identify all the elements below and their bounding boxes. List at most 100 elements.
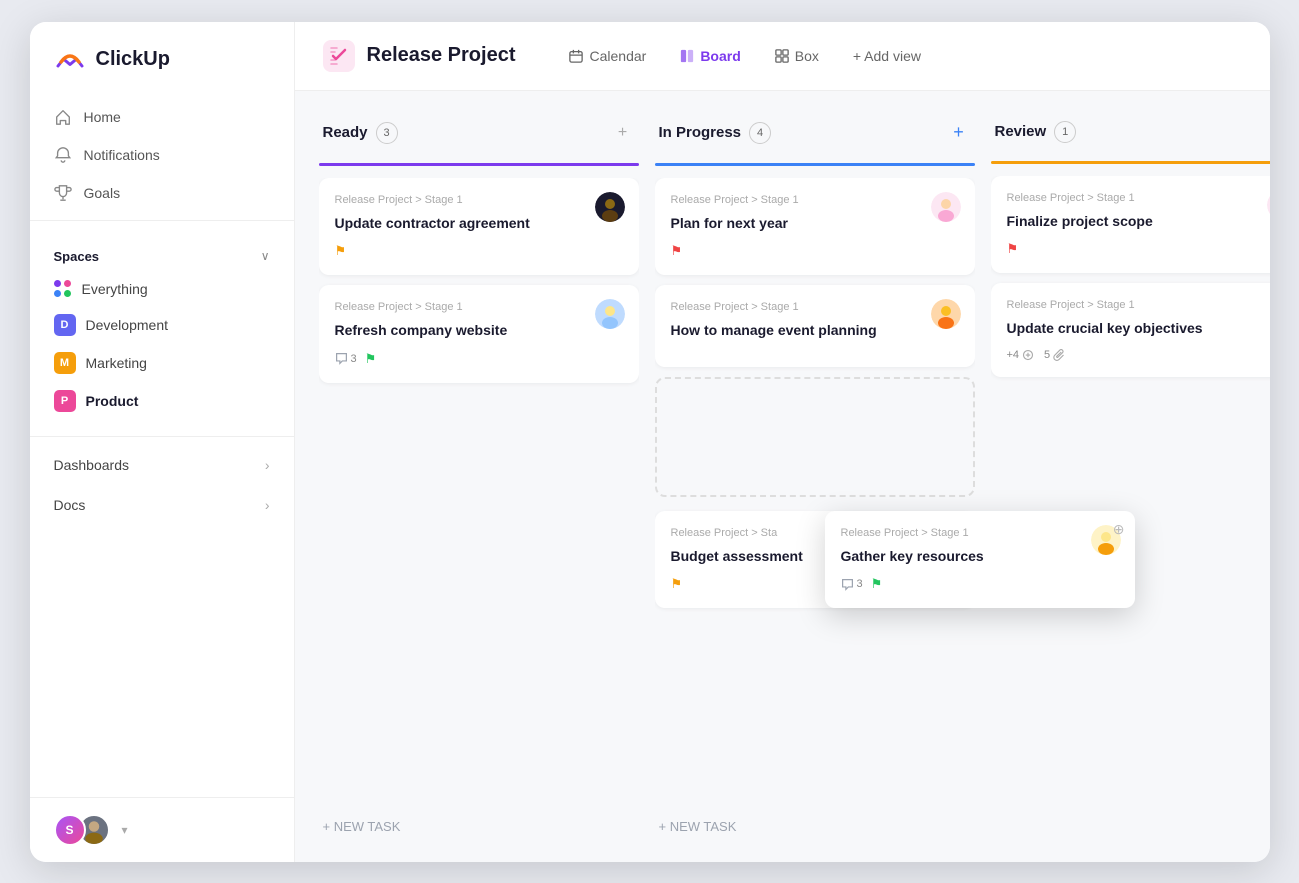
card-title: Refresh company website xyxy=(335,321,623,341)
card-meta: Release Project > Stage 1 xyxy=(1007,192,1270,204)
card-footer: ⚑ xyxy=(335,243,623,259)
ready-new-task-button[interactable]: + NEW TASK xyxy=(319,811,639,842)
view-tabs: Calendar Board Box xyxy=(555,42,935,70)
column-ready-title: Ready xyxy=(323,124,368,141)
task-card-event-planning[interactable]: Release Project > Stage 1 How to manage … xyxy=(655,285,975,367)
add-view-button[interactable]: + Add view xyxy=(839,42,935,70)
space-everything[interactable]: Everything xyxy=(54,272,270,306)
task-card-update-contractor[interactable]: Release Project > Stage 1 Update contrac… xyxy=(319,178,639,276)
docs-label: Docs xyxy=(54,497,86,513)
task-card-finalize-scope[interactable]: Release Project > Stage 1 Finalize proje… xyxy=(991,176,1270,274)
card-meta: Release Project > Stage 1 xyxy=(1007,299,1270,311)
column-review-cards: Release Project > Stage 1 Finalize proje… xyxy=(991,176,1270,842)
spaces-section: Spaces ∨ Everything D Development M Mark… xyxy=(30,229,294,428)
card-title: Update contractor agreement xyxy=(335,214,623,234)
column-review-bar xyxy=(991,161,1270,164)
card-title: Finalize project scope xyxy=(1007,212,1270,232)
task-card-plan-next-year[interactable]: Release Project > Stage 1 Plan for next … xyxy=(655,178,975,276)
flag-icon: ⚑ xyxy=(671,576,683,592)
main-header: Release Project Calendar Board xyxy=(295,22,1270,91)
ready-new-task-label: + NEW TASK xyxy=(323,819,401,834)
project-icon xyxy=(323,40,355,72)
tab-box[interactable]: Box xyxy=(761,42,833,70)
card-footer: ⚑ xyxy=(671,243,959,259)
tab-calendar[interactable]: Calendar xyxy=(555,42,660,70)
space-product[interactable]: P Product xyxy=(54,382,270,420)
column-ready-bar xyxy=(319,163,639,166)
dashboards-chevron-icon: › xyxy=(265,457,270,473)
main-content: Release Project Calendar Board xyxy=(295,22,1270,862)
marketing-badge: M xyxy=(54,352,76,374)
user-avatars: S xyxy=(54,814,110,846)
card-meta: Release Project > Stage 1 xyxy=(335,301,623,313)
product-badge: P xyxy=(54,390,76,412)
floating-drag-card[interactable]: Release Project > Stage 1 Gather key res… xyxy=(825,511,1135,609)
card-title: How to manage event planning xyxy=(671,321,959,341)
box-icon xyxy=(775,49,789,63)
spaces-chevron-icon[interactable]: ∨ xyxy=(261,249,270,263)
sidebar-item-home[interactable]: Home xyxy=(42,98,282,136)
development-label: Development xyxy=(86,317,169,333)
add-view-label: + Add view xyxy=(853,48,921,64)
column-ready-add-button[interactable]: + xyxy=(611,121,635,145)
card-title: Update crucial key objectives xyxy=(1007,319,1270,339)
column-review: Review 1 Release Project > Stage 1 xyxy=(991,111,1270,842)
column-inprogress-cards: Release Project > Stage 1 Plan for next … xyxy=(655,178,975,811)
floating-card-title: Gather key resources xyxy=(841,547,1119,567)
calendar-tab-label: Calendar xyxy=(589,48,646,64)
floating-card-footer: 3 ⚑ xyxy=(841,576,1119,592)
column-inprogress-bar xyxy=(655,163,975,166)
project-title: Release Project xyxy=(367,44,516,67)
column-ready-count: 3 xyxy=(376,122,398,144)
notifications-label: Notifications xyxy=(84,147,160,163)
sidebar-divider-1 xyxy=(30,220,294,221)
product-label: Product xyxy=(86,393,139,409)
column-review-header: Review 1 xyxy=(991,111,1270,153)
column-ready-header: Ready 3 + xyxy=(319,111,639,155)
spaces-header: Spaces ∨ xyxy=(54,249,270,264)
tab-board[interactable]: Board xyxy=(666,42,754,70)
project-title-area: Release Project xyxy=(323,40,516,72)
calendar-icon xyxy=(569,49,583,63)
attachment-icon xyxy=(1053,349,1065,361)
inprogress-new-task-button[interactable]: + NEW TASK xyxy=(655,811,975,842)
dashboards-label: Dashboards xyxy=(54,457,130,473)
flag-icon: ⚑ xyxy=(335,243,347,259)
column-ready-cards: Release Project > Stage 1 Update contrac… xyxy=(319,178,639,811)
box-tab-label: Box xyxy=(795,48,819,64)
sidebar-item-notifications[interactable]: Notifications xyxy=(42,136,282,174)
card-avatar xyxy=(595,299,625,329)
flag-icon: ⚑ xyxy=(871,576,883,592)
dashboards-link[interactable]: Dashboards › xyxy=(30,445,294,485)
docs-link[interactable]: Docs › xyxy=(30,485,294,525)
space-development[interactable]: D Development xyxy=(54,306,270,344)
column-inprogress-add-button[interactable]: + xyxy=(947,121,971,145)
everything-label: Everything xyxy=(82,281,148,297)
plus-count: +4 xyxy=(1007,349,1035,361)
flag-icon: ⚑ xyxy=(365,351,377,367)
board-icon xyxy=(680,49,694,63)
space-marketing[interactable]: M Marketing xyxy=(54,344,270,382)
task-card-update-key-objectives[interactable]: Release Project > Stage 1 Update crucial… xyxy=(991,283,1270,377)
everything-icon xyxy=(54,280,72,298)
card-title: Plan for next year xyxy=(671,214,959,234)
app-name: ClickUp xyxy=(96,48,170,71)
comment-count: 3 xyxy=(335,352,357,365)
marketing-label: Marketing xyxy=(86,355,147,371)
attachment-count: 5 xyxy=(1044,349,1065,361)
task-card-placeholder xyxy=(655,377,975,497)
column-review-count: 1 xyxy=(1054,121,1076,143)
bell-icon xyxy=(54,146,72,164)
board-area: Ready 3 + Release Project > Stage 1 xyxy=(295,91,1270,862)
inprogress-new-task-label: + NEW TASK xyxy=(659,819,737,834)
drag-handle-icon: ⊕ xyxy=(1113,521,1125,538)
sidebar-footer: S ▾ xyxy=(30,797,294,862)
column-inprogress-title: In Progress xyxy=(659,124,742,141)
card-footer: 3 ⚑ xyxy=(335,351,623,367)
card-footer: ⚑ xyxy=(1007,241,1270,257)
sidebar-item-goals[interactable]: Goals xyxy=(42,174,282,212)
app-container: ClickUp Home Notifications xyxy=(30,22,1270,862)
task-card-refresh-website[interactable]: Release Project > Stage 1 Refresh compan… xyxy=(319,285,639,383)
floating-card-meta: Release Project > Stage 1 xyxy=(841,527,1119,539)
user-dropdown-icon[interactable]: ▾ xyxy=(122,823,128,837)
